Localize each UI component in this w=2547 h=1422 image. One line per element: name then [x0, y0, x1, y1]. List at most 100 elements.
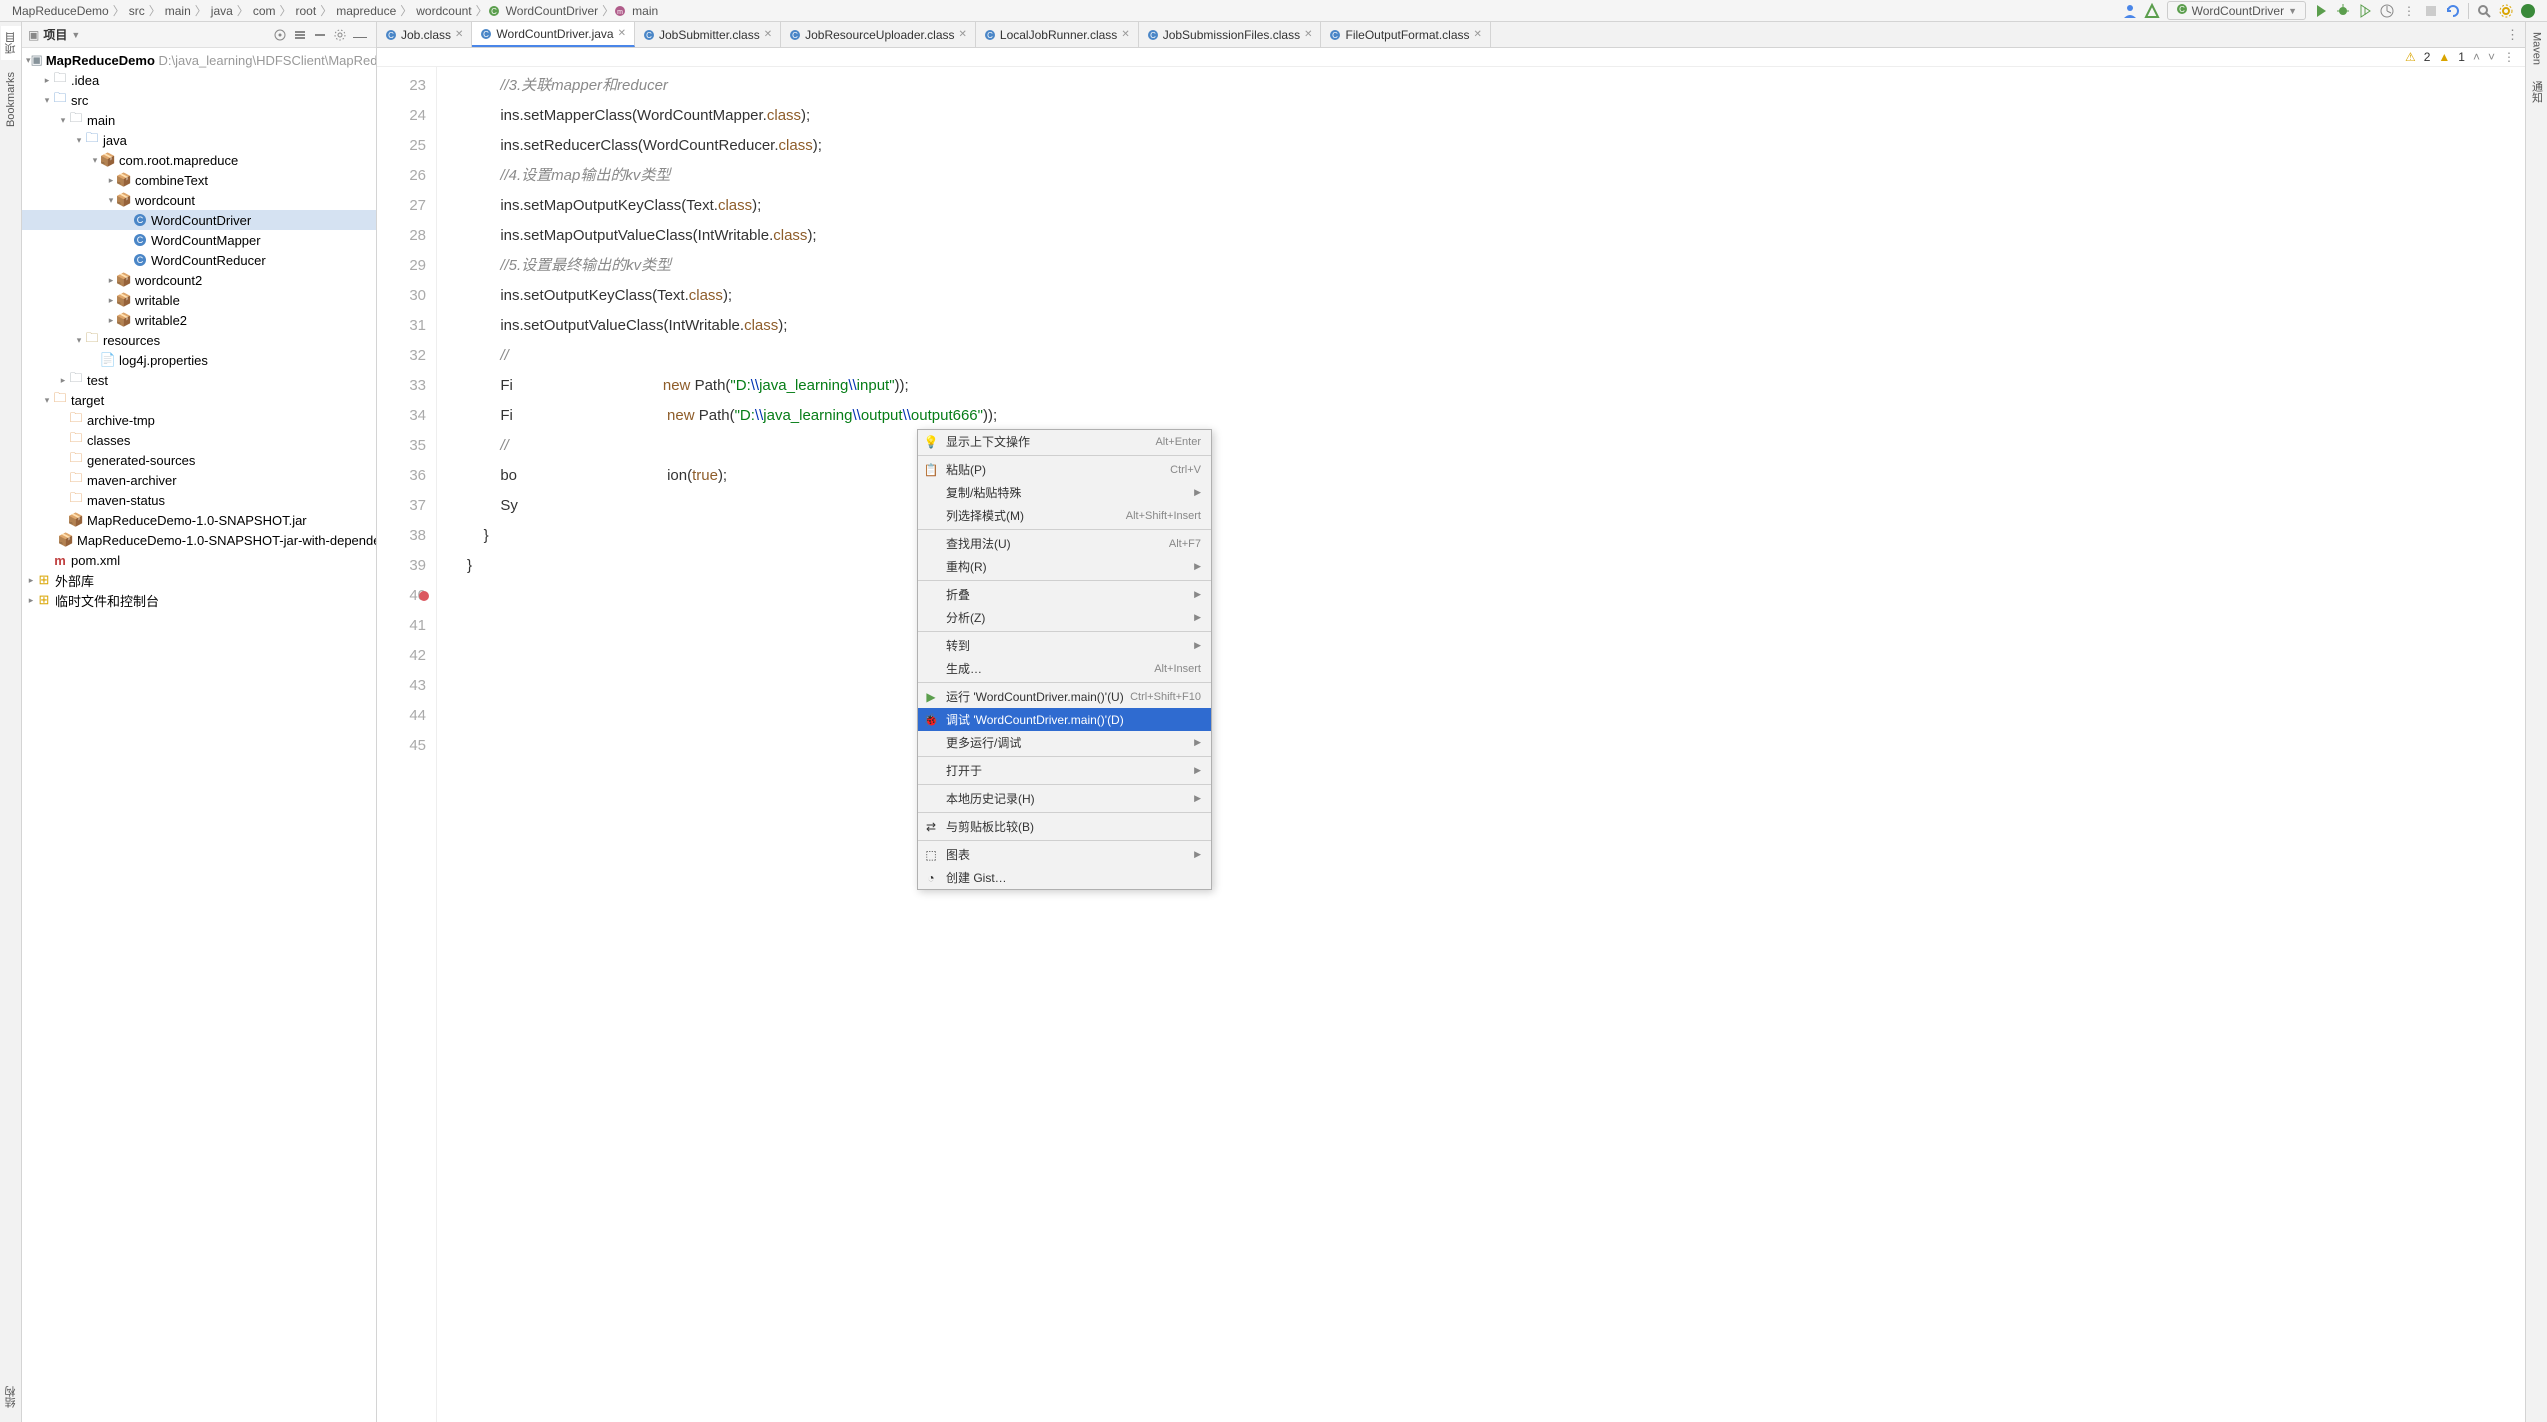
weak-warning-icon[interactable]: ▲	[2438, 50, 2450, 64]
menu-item[interactable]: 💡显示上下文操作Alt+Enter	[918, 430, 1211, 453]
maven-tool-button[interactable]: Maven	[2529, 26, 2545, 71]
menu-item[interactable]: 查找用法(U)Alt+F7	[918, 532, 1211, 555]
editor-tab[interactable]: CLocalJobRunner.class✕	[976, 22, 1139, 47]
breadcrumb-item[interactable]: mapreduce	[332, 4, 400, 18]
close-icon[interactable]: ✕	[764, 29, 772, 40]
tree-file[interactable]: mpom.xml	[22, 550, 376, 570]
stop-icon[interactable]	[2423, 3, 2439, 19]
breadcrumb-item[interactable]: com	[249, 4, 280, 18]
tree-class[interactable]: CWordCountDriver	[22, 210, 376, 230]
close-icon[interactable]: ✕	[455, 29, 463, 40]
tree-folder[interactable]: ▸🗀.idea	[22, 70, 376, 90]
chevron-down-icon[interactable]: ▼	[71, 30, 80, 40]
editor-tab[interactable]: CWordCountDriver.java✕	[472, 22, 635, 47]
breakpoint-icon[interactable]	[419, 591, 429, 601]
debug-icon[interactable]	[2335, 3, 2351, 19]
breadcrumb-item[interactable]: main	[161, 4, 195, 18]
close-icon[interactable]: ✕	[1474, 29, 1482, 40]
warning-icon[interactable]: ⚠	[2405, 50, 2416, 64]
code-editor[interactable]: 2324252627282930313233343536373839404142…	[377, 67, 2525, 1422]
editor-tab[interactable]: CJob.class✕	[377, 22, 472, 47]
editor-tab[interactable]: CJobSubmissionFiles.class✕	[1139, 22, 1322, 47]
tree-class[interactable]: CWordCountReducer	[22, 250, 376, 270]
breadcrumb-item[interactable]: WordCountDriver	[502, 4, 602, 18]
tree-file[interactable]: 📄log4j.properties	[22, 350, 376, 370]
tree-scratches[interactable]: ▸⊞临时文件和控制台	[22, 590, 376, 610]
coverage-icon[interactable]	[2357, 3, 2373, 19]
tree-folder[interactable]: 🗀archive-tmp	[22, 410, 376, 430]
tree-package[interactable]: ▾📦com.root.mapreduce	[22, 150, 376, 170]
profile-icon[interactable]	[2379, 3, 2395, 19]
project-tree[interactable]: ▾▣MapReduceDemo D:\java_learning\HDFSCli…	[22, 48, 376, 1422]
tree-file[interactable]: 📦MapReduceDemo-1.0-SNAPSHOT-jar-with-dep…	[22, 530, 376, 550]
breadcrumb-item[interactable]: wordcount	[412, 4, 475, 18]
collapse-all-icon[interactable]	[313, 28, 327, 42]
bookmarks-tool-button[interactable]: Bookmarks	[3, 66, 19, 133]
run-config-select[interactable]: C WordCountDriver ▼	[2167, 1, 2306, 20]
menu-item[interactable]: 📋粘贴(P)Ctrl+V	[918, 458, 1211, 481]
tree-folder[interactable]: 🗀maven-archiver	[22, 470, 376, 490]
tree-folder[interactable]: ▾🗀java	[22, 130, 376, 150]
menu-item[interactable]: 打开于▶	[918, 759, 1211, 782]
breadcrumb-item[interactable]: java	[207, 4, 237, 18]
breadcrumb-item[interactable]: MapReduceDemo	[8, 4, 113, 18]
locate-icon[interactable]	[273, 28, 287, 42]
tree-file[interactable]: 📦MapReduceDemo-1.0-SNAPSHOT.jar	[22, 510, 376, 530]
editor-tab[interactable]: CJobResourceUploader.class✕	[781, 22, 976, 47]
close-icon[interactable]: ✕	[959, 29, 967, 40]
hide-icon[interactable]: —	[353, 28, 367, 42]
settings-icon[interactable]	[2498, 3, 2514, 19]
editor-tab[interactable]: CFileOutputFormat.class✕	[1321, 22, 1490, 47]
next-highlight[interactable]: ˅	[2488, 50, 2495, 64]
menu-item[interactable]: 重构(R)▶	[918, 555, 1211, 578]
project-tool-button[interactable]: 项目	[1, 26, 21, 60]
tree-folder[interactable]: 🗀maven-status	[22, 490, 376, 510]
code-body[interactable]: //3.关联mapper和reducer ins.setMapperClass(…	[437, 67, 2525, 1422]
breadcrumb-item[interactable]: main	[628, 4, 662, 18]
more-tabs-icon[interactable]: ⋮	[2506, 27, 2519, 43]
menu-item[interactable]: 转到▶	[918, 634, 1211, 657]
tree-folder[interactable]: ▾🗀src	[22, 90, 376, 110]
menu-item[interactable]: 更多运行/调试▶	[918, 731, 1211, 754]
tree-folder[interactable]: ▸🗀test	[22, 370, 376, 390]
update-icon[interactable]	[2445, 3, 2461, 19]
structure-tool-button[interactable]: 结构	[1, 1380, 21, 1414]
menu-item[interactable]: ⇄与剪贴板比较(B)	[918, 815, 1211, 838]
tree-package[interactable]: ▾📦wordcount	[22, 190, 376, 210]
inspection-menu[interactable]: ⋮	[2503, 50, 2515, 64]
tree-package[interactable]: ▸📦wordcount2	[22, 270, 376, 290]
search-icon[interactable]	[2476, 3, 2492, 19]
expand-all-icon[interactable]	[293, 28, 307, 42]
breadcrumb-item[interactable]: src	[125, 4, 149, 18]
tree-package[interactable]: ▸📦writable	[22, 290, 376, 310]
avatar-icon[interactable]	[2520, 3, 2536, 19]
tree-package[interactable]: ▸📦writable2	[22, 310, 376, 330]
run-icon[interactable]	[2313, 3, 2329, 19]
notifications-button[interactable]: 通知	[2527, 75, 2547, 109]
tree-folder[interactable]: ▾🗀resources	[22, 330, 376, 350]
tree-folder[interactable]: ▾🗀main	[22, 110, 376, 130]
more-run-icon[interactable]: ⋮	[2401, 3, 2417, 19]
menu-item[interactable]: 折叠▶	[918, 583, 1211, 606]
close-icon[interactable]: ✕	[1304, 29, 1312, 40]
menu-item[interactable]: 列选择模式(M)Alt+Shift+Insert	[918, 504, 1211, 527]
tree-package[interactable]: ▸📦combineText	[22, 170, 376, 190]
menu-item[interactable]: 复制/粘贴特殊▶	[918, 481, 1211, 504]
project-view-icon[interactable]: ▣	[28, 28, 39, 42]
breadcrumb-item[interactable]: root	[292, 4, 321, 18]
tree-folder[interactable]: 🗀generated-sources	[22, 450, 376, 470]
close-icon[interactable]: ✕	[1121, 29, 1129, 40]
menu-item[interactable]: ▶运行 'WordCountDriver.main()'(U)Ctrl+Shif…	[918, 685, 1211, 708]
gear-icon[interactable]	[333, 28, 347, 42]
user-icon[interactable]	[2122, 3, 2138, 19]
editor-tab[interactable]: CJobSubmitter.class✕	[635, 22, 781, 47]
menu-item[interactable]: ⬚图表▶	[918, 843, 1211, 866]
tree-folder[interactable]: ▾🗀target	[22, 390, 376, 410]
tree-folder[interactable]: 🗀classes	[22, 430, 376, 450]
prev-highlight[interactable]: ˄	[2473, 50, 2480, 64]
tree-root[interactable]: ▾▣MapReduceDemo D:\java_learning\HDFSCli…	[22, 50, 376, 70]
menu-item[interactable]: 分析(Z)▶	[918, 606, 1211, 629]
menu-item[interactable]: 🐞调试 'WordCountDriver.main()'(D)	[918, 708, 1211, 731]
build-icon[interactable]	[2144, 3, 2160, 19]
gutter[interactable]: 2324252627282930313233343536373839404142…	[377, 67, 437, 1422]
